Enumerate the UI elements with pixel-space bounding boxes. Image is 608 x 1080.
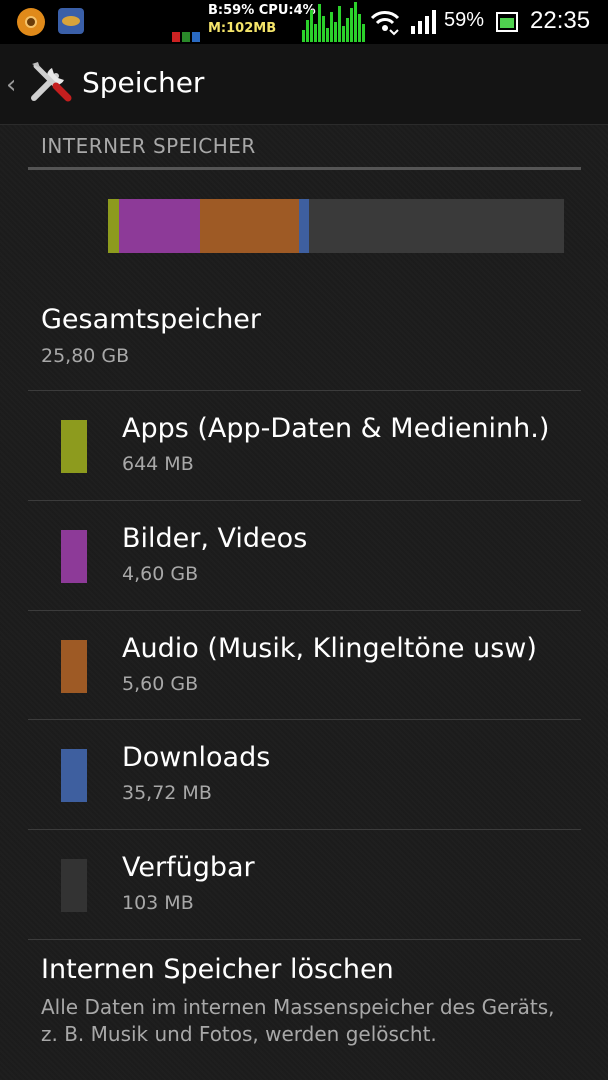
page-title: Speicher xyxy=(82,66,205,99)
usage-segment-apps xyxy=(108,199,119,253)
status-bar: B:59% CPU:4% M:102MB 59% 22:35 xyxy=(0,0,608,44)
storage-item-value: 35,72 MB xyxy=(122,782,212,804)
storage-item-value: 4,60 GB xyxy=(122,563,199,585)
clock: 22:35 xyxy=(530,7,591,34)
total-storage-label: Gesamtspeicher xyxy=(41,304,262,335)
storage-item-audio[interactable]: Audio (Musik, Klingeltöne usw) 5,60 GB xyxy=(28,611,581,719)
usage-segment-available xyxy=(309,199,564,253)
storage-item-label: Apps (App-Daten & Medieninh.) xyxy=(122,413,550,444)
storage-item-apps[interactable]: Apps (App-Daten & Medieninh.) 644 MB xyxy=(28,391,581,499)
storage-item-downloads[interactable]: Downloads 35,72 MB xyxy=(28,720,581,828)
back-chevron-icon: ‹ xyxy=(6,70,17,100)
storage-item-pictures-videos[interactable]: Bilder, Videos 4,60 GB xyxy=(28,501,581,609)
action-bar: ‹ Speicher xyxy=(0,44,608,125)
color-swatch xyxy=(61,420,87,473)
color-swatch xyxy=(61,530,87,583)
section-divider xyxy=(28,167,581,170)
notification-app-icon xyxy=(17,8,45,36)
color-swatch xyxy=(61,640,87,693)
total-storage-value: 25,80 GB xyxy=(41,345,130,367)
wifi-icon xyxy=(370,11,400,36)
storage-item-label: Verfügbar xyxy=(122,852,255,883)
storage-usage-bar xyxy=(108,199,564,253)
storage-item-label: Audio (Musik, Klingeltöne usw) xyxy=(122,633,537,664)
battery-percent: 59% xyxy=(444,9,485,31)
color-swatch xyxy=(61,859,87,912)
storage-item-label: Bilder, Videos xyxy=(122,523,308,554)
monitor-line-1: B:59% CPU:4% xyxy=(208,3,316,18)
battery-icon xyxy=(496,12,518,32)
notification-app-icon-2 xyxy=(58,8,84,34)
color-swatch xyxy=(61,749,87,802)
storage-item-value: 5,60 GB xyxy=(122,673,199,695)
section-header-internal-storage: INTERNER SPEICHER xyxy=(41,134,256,158)
monitor-line-2: M:102MB xyxy=(208,21,277,36)
up-navigation[interactable]: ‹ xyxy=(0,44,78,124)
tools-icon xyxy=(31,62,72,102)
storage-item-value: 644 MB xyxy=(122,453,194,475)
erase-internal-storage-description: Alle Daten im internen Massenspeicher de… xyxy=(41,995,555,1046)
storage-item-label: Downloads xyxy=(122,742,271,773)
usage-segment-downloads xyxy=(299,199,310,253)
erase-internal-storage-title: Internen Speicher löschen xyxy=(41,954,394,985)
cpu-graph xyxy=(302,2,368,42)
signal-icon xyxy=(411,10,436,34)
usage-segment-images xyxy=(118,199,201,253)
storage-item-available[interactable]: Verfügbar 103 MB xyxy=(28,830,581,938)
storage-item-value: 103 MB xyxy=(122,892,194,914)
system-monitor-widget: B:59% CPU:4% M:102MB xyxy=(172,0,368,44)
usage-segment-audio xyxy=(200,199,300,253)
